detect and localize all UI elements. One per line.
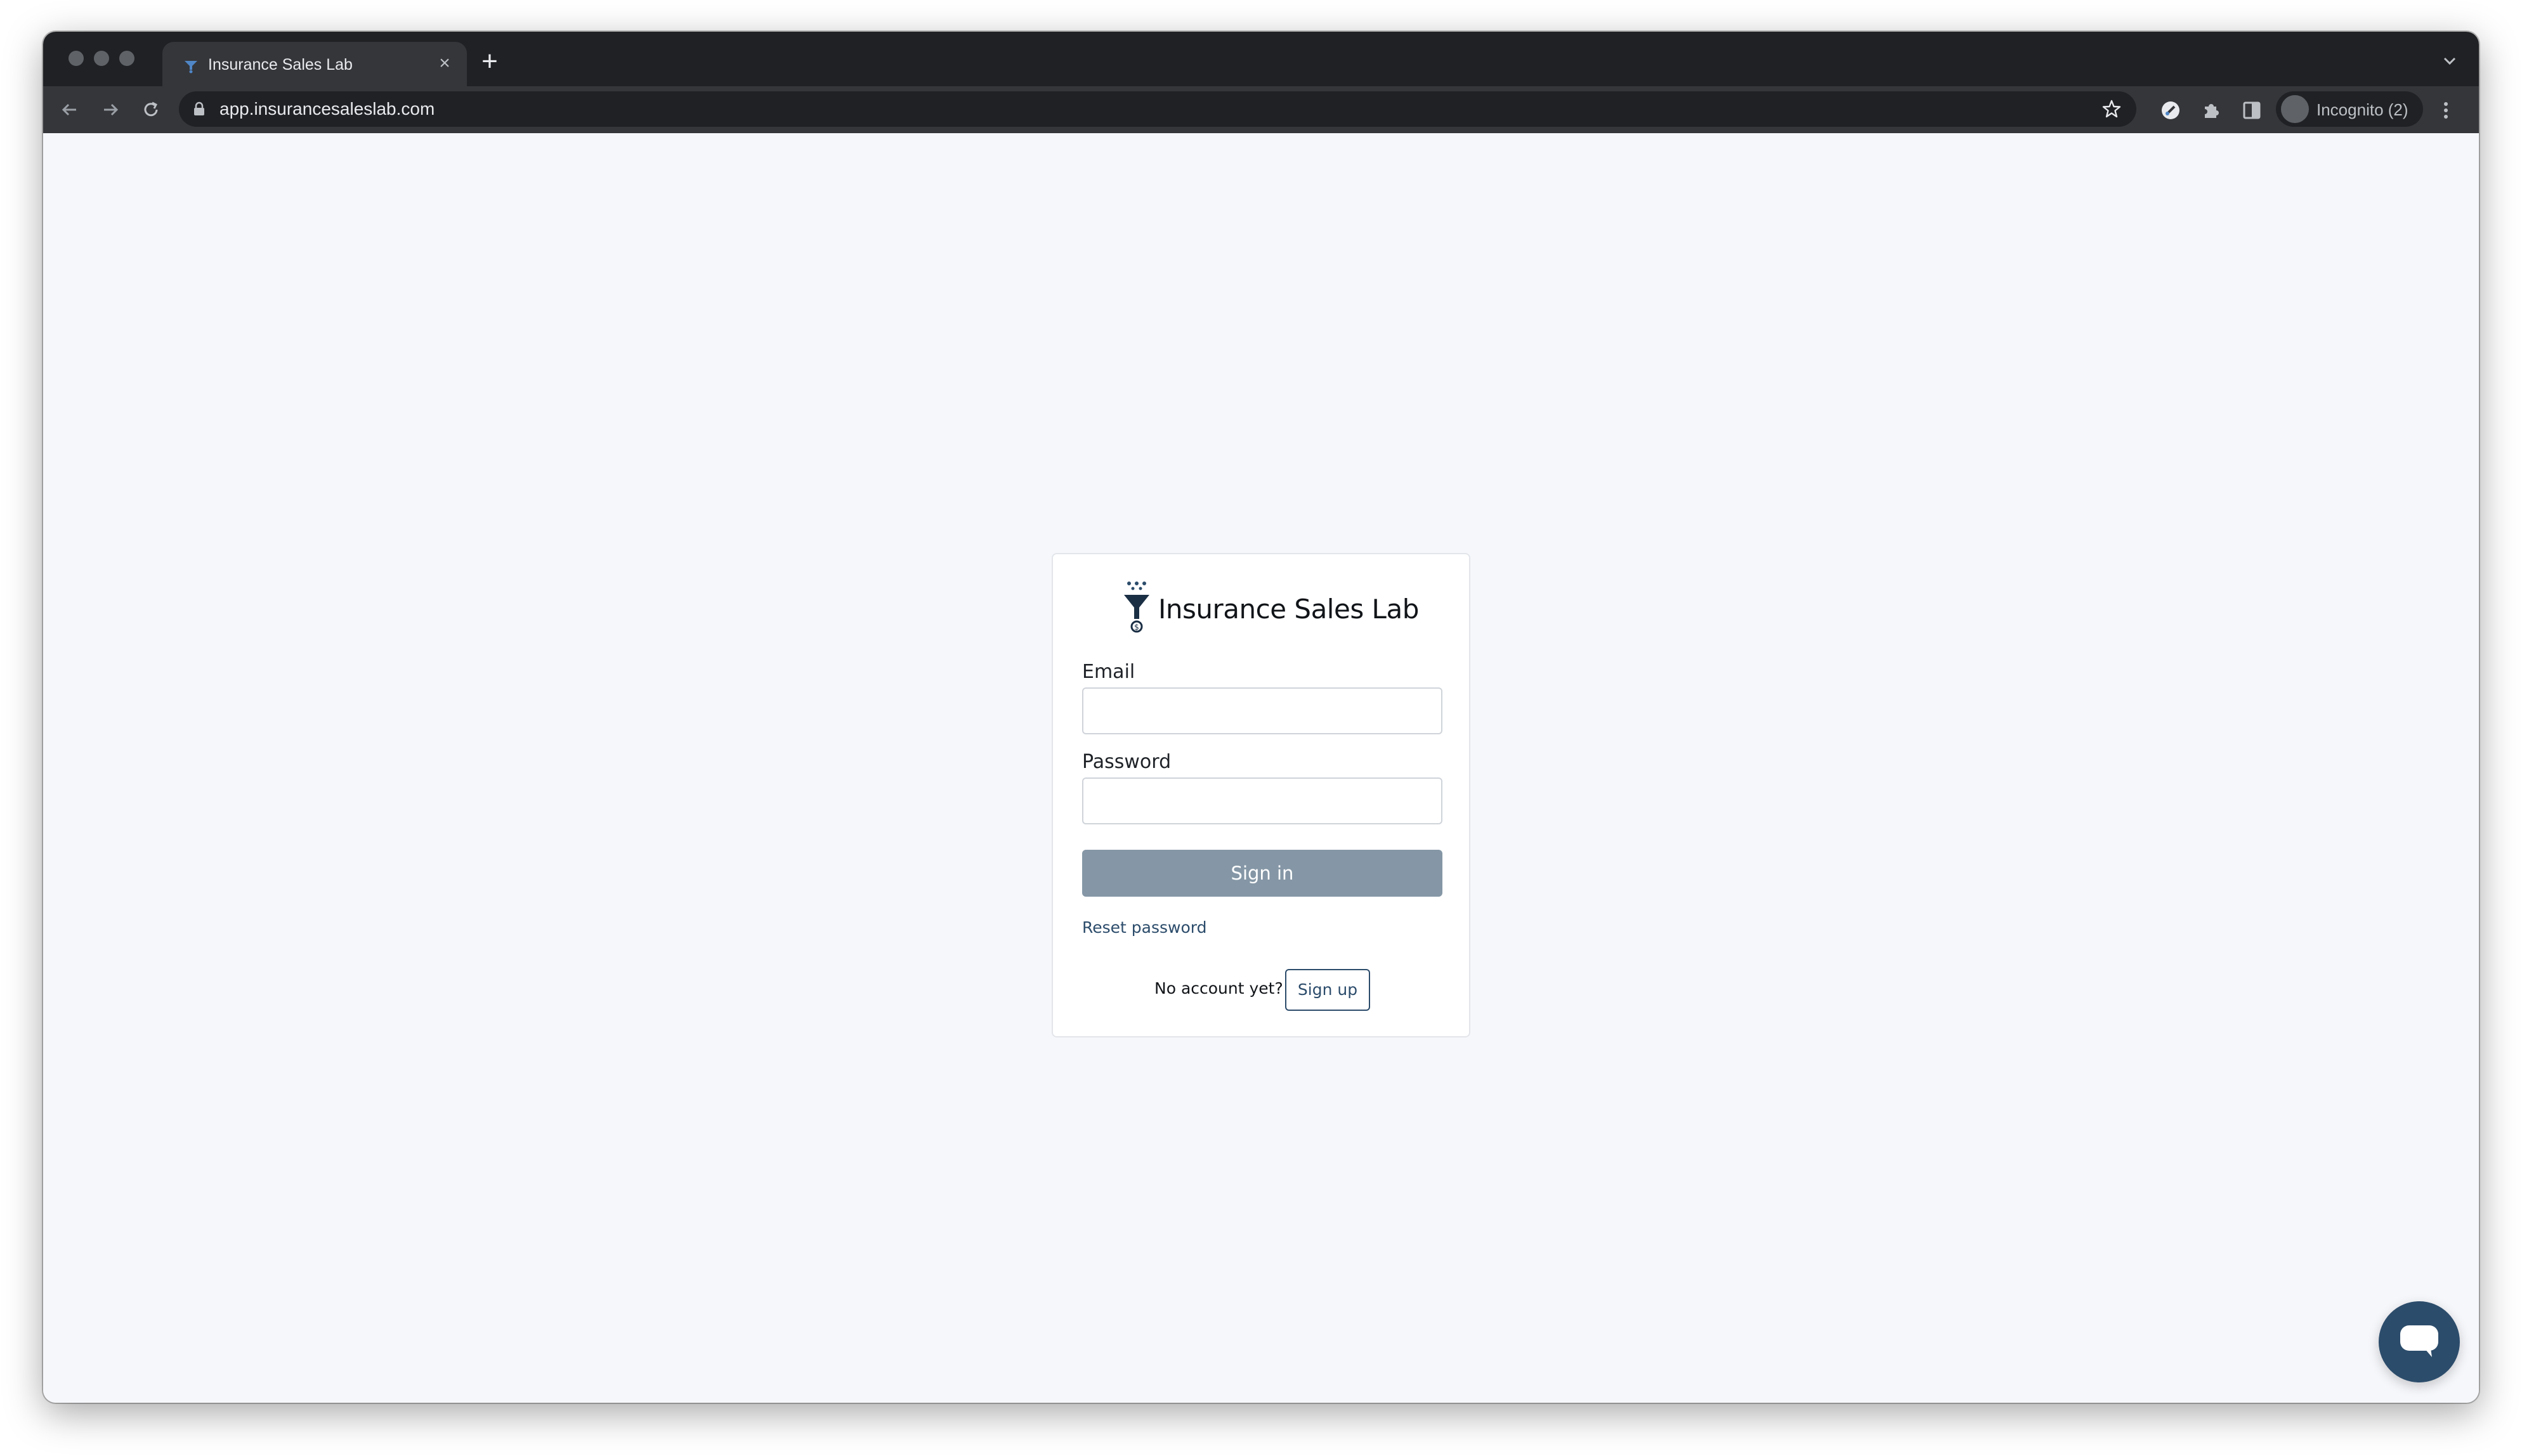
- email-field[interactable]: [1082, 687, 1442, 734]
- eyedropper-extension-icon[interactable]: [2158, 98, 2183, 123]
- sign-in-button[interactable]: Sign in: [1082, 850, 1442, 897]
- close-window-button[interactable]: [69, 51, 84, 66]
- minimize-window-button[interactable]: [94, 51, 109, 66]
- page-content: $ Insurance Sales Lab Email Password Sig…: [43, 133, 2479, 1403]
- password-label: Password: [1082, 751, 1172, 773]
- incognito-profile-button[interactable]: Incognito (2): [2276, 91, 2423, 127]
- chat-button[interactable]: [2379, 1301, 2460, 1382]
- kebab-icon[interactable]: [2440, 98, 2452, 123]
- star-icon[interactable]: [2101, 98, 2122, 120]
- maximize-window-button[interactable]: [119, 51, 134, 66]
- browser-toolbar: app.insurancesaleslab.com Incognito (2): [43, 86, 2479, 133]
- no-account-text: No account yet?: [1154, 979, 1283, 998]
- chat-bubble-icon: [2400, 1325, 2438, 1357]
- forward-arrow-icon[interactable]: [98, 97, 123, 122]
- side-panel-icon[interactable]: [2239, 98, 2264, 123]
- back-arrow-icon[interactable]: [57, 97, 82, 122]
- brand-name: Insurance Sales Lab: [1158, 594, 1419, 625]
- new-tab-button[interactable]: +: [477, 48, 502, 75]
- address-bar[interactable]: app.insurancesaleslab.com: [179, 91, 2136, 127]
- incognito-label: Incognito (2): [2316, 100, 2408, 119]
- funnel-logo-icon: $: [1124, 582, 1149, 633]
- browser-window: Insurance Sales Lab × + app.insurancesal…: [43, 32, 2479, 1403]
- chevron-down-icon[interactable]: [2440, 51, 2460, 71]
- tab-close-icon[interactable]: ×: [434, 53, 455, 74]
- puzzle-icon[interactable]: [2199, 98, 2224, 123]
- tab-active[interactable]: Insurance Sales Lab ×: [162, 42, 467, 86]
- brand-header: $ Insurance Sales Lab: [1123, 581, 1419, 634]
- url-text: app.insurancesaleslab.com: [219, 99, 435, 119]
- email-label: Email: [1082, 661, 1135, 683]
- lock-icon: [194, 101, 204, 115]
- tab-title: Insurance Sales Lab: [208, 56, 353, 74]
- svg-text:$: $: [1134, 623, 1139, 632]
- reset-password-link[interactable]: Reset password: [1082, 918, 1206, 937]
- window-controls: [69, 51, 134, 66]
- tab-strip: Insurance Sales Lab × +: [43, 32, 2479, 86]
- signup-row: No account yet? Sign up: [1053, 969, 1469, 1011]
- login-card: $ Insurance Sales Lab Email Password Sig…: [1052, 553, 1470, 1037]
- funnel-favicon-icon: [185, 61, 197, 74]
- sign-up-button[interactable]: Sign up: [1285, 969, 1370, 1011]
- password-field[interactable]: [1082, 777, 1442, 824]
- reload-icon[interactable]: [138, 97, 164, 122]
- incognito-avatar-icon: [2281, 95, 2309, 123]
